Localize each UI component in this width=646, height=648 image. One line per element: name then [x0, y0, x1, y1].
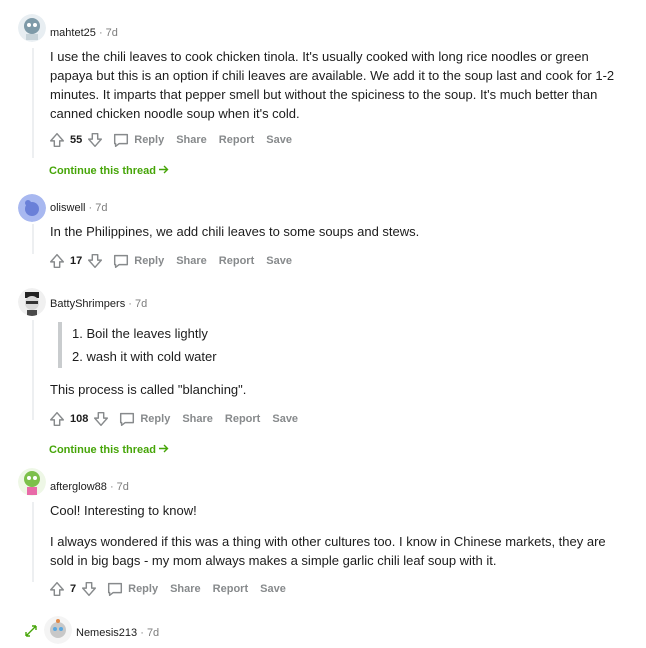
comment-actions: 55 Reply Share Report Save [48, 129, 304, 151]
username[interactable]: mahtet25 [50, 27, 96, 39]
username[interactable]: afterglow88 [50, 481, 107, 493]
avatar[interactable] [44, 616, 72, 644]
report-button[interactable]: Report [219, 255, 254, 267]
comment-text: This process is called "blanching". [50, 382, 247, 397]
username[interactable]: BattyShrimpers [50, 298, 125, 310]
reply-button[interactable]: Reply [112, 131, 164, 149]
share-button[interactable]: Share [170, 583, 201, 595]
comment-actions: 108 Reply Share Report Save [48, 408, 310, 430]
downvote-button[interactable] [86, 131, 104, 149]
thread-line[interactable] [32, 320, 34, 420]
upvote-icon [49, 253, 65, 269]
comment-icon [108, 582, 123, 597]
comment-icon [120, 412, 135, 427]
upvote-icon [49, 411, 65, 427]
share-button[interactable]: Share [176, 134, 207, 146]
vote-count: 17 [70, 255, 83, 267]
share-button[interactable]: Share [176, 255, 207, 267]
username[interactable]: oliswell [50, 202, 85, 214]
downvote-button[interactable] [80, 580, 98, 598]
comment-actions: 17 Reply Share Report Save [48, 250, 304, 272]
timestamp[interactable]: 7d [147, 627, 159, 639]
vote-count: 7 [70, 583, 77, 595]
comment-text: In the Philippines, we add chili leaves … [50, 224, 420, 239]
reply-button[interactable]: Reply [112, 252, 164, 270]
comment-meta: oliswell · 7d [50, 202, 108, 214]
downvote-icon [82, 581, 97, 597]
thread-line[interactable] [32, 502, 34, 582]
report-button[interactable]: Report [225, 413, 260, 425]
upvote-icon [49, 581, 65, 597]
continue-thread-link[interactable]: Continue this thread [49, 165, 169, 177]
save-button[interactable]: Save [260, 583, 286, 595]
downvote-icon [88, 253, 103, 269]
avatar[interactable] [18, 14, 46, 42]
blockquote: 1. Boil the leaves lightly 2. wash it wi… [58, 322, 217, 368]
vote-count: 55 [70, 134, 83, 146]
upvote-button[interactable] [48, 131, 66, 149]
comment-icon [114, 254, 129, 269]
comment-meta: Nemesis213 · 7d [76, 627, 160, 639]
username[interactable]: Nemesis213 [76, 627, 137, 639]
downvote-icon [88, 132, 103, 148]
timestamp[interactable]: 7d [135, 298, 147, 310]
avatar[interactable] [18, 194, 46, 222]
comment-text: I use the chili leaves to cook chicken t… [50, 49, 615, 121]
avatar[interactable] [18, 468, 46, 496]
timestamp[interactable]: 7d [106, 27, 118, 39]
report-button[interactable]: Report [219, 134, 254, 146]
upvote-icon [49, 132, 65, 148]
arrow-right-icon [159, 444, 169, 453]
save-button[interactable]: Save [266, 255, 292, 267]
save-button[interactable]: Save [266, 134, 292, 146]
expand-icon [25, 625, 37, 637]
reply-button[interactable]: Reply [106, 580, 158, 598]
thread-line[interactable] [32, 224, 34, 254]
vote-count: 108 [70, 413, 89, 425]
upvote-button[interactable] [48, 580, 66, 598]
list-item: 2. wash it with cold water [72, 349, 217, 364]
arrow-right-icon [159, 165, 169, 174]
downvote-button[interactable] [86, 252, 104, 270]
list-item: 1. Boil the leaves lightly [72, 326, 208, 341]
share-button[interactable]: Share [182, 413, 213, 425]
thread-line[interactable] [32, 48, 34, 158]
report-button[interactable]: Report [213, 583, 248, 595]
comment-meta: mahtet25 · 7d [50, 27, 118, 39]
reply-button[interactable]: Reply [118, 410, 170, 428]
comment-text: I always wondered if this was a thing wi… [50, 534, 606, 568]
comment-text: Cool! Interesting to know! [50, 503, 197, 518]
avatar[interactable] [18, 288, 46, 316]
downvote-button[interactable] [92, 410, 110, 428]
comment-meta: BattyShrimpers · 7d [50, 298, 148, 310]
comment-meta: afterglow88 · 7d [50, 481, 129, 493]
expand-thread-button[interactable] [24, 624, 38, 638]
upvote-button[interactable] [48, 252, 66, 270]
upvote-button[interactable] [48, 410, 66, 428]
downvote-icon [94, 411, 109, 427]
save-button[interactable]: Save [272, 413, 298, 425]
comment-actions: 7 Reply Share Report Save [48, 578, 298, 600]
timestamp[interactable]: 7d [117, 481, 129, 493]
timestamp[interactable]: 7d [95, 202, 107, 214]
continue-thread-link[interactable]: Continue this thread [49, 444, 169, 456]
comment-icon [114, 133, 129, 148]
